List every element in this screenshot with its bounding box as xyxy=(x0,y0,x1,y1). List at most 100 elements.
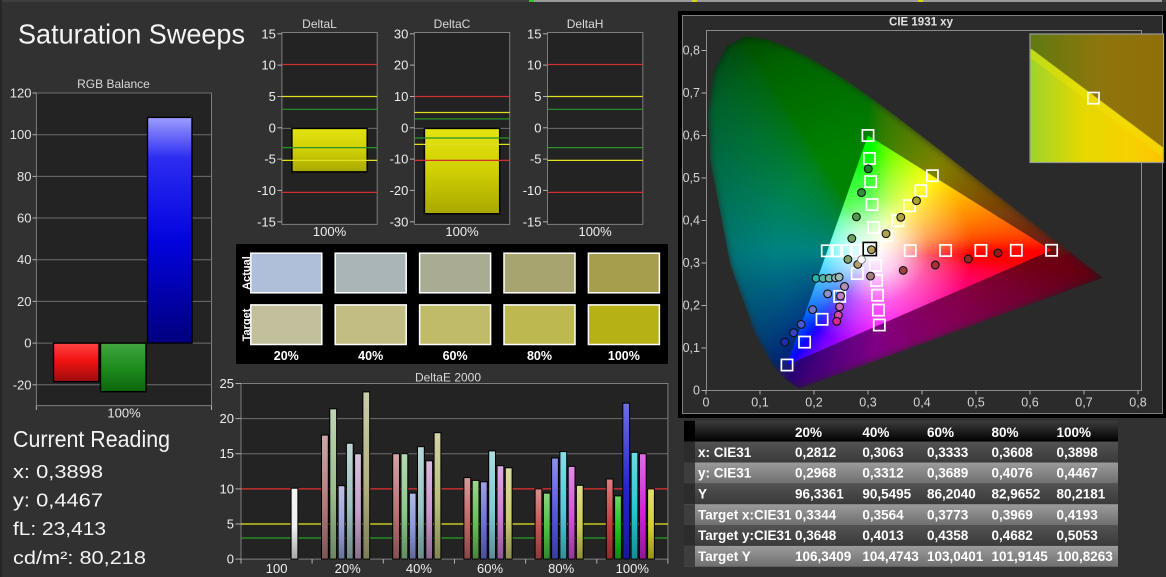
svg-text:-10: -10 xyxy=(257,183,276,198)
svg-text:-15: -15 xyxy=(257,214,276,229)
svg-text:30: 30 xyxy=(394,26,408,41)
svg-text:0,3312: 0,3312 xyxy=(862,466,903,481)
svg-text:80%: 80% xyxy=(527,349,552,363)
svg-text:100%: 100% xyxy=(616,561,650,576)
svg-text:10: 10 xyxy=(220,481,234,496)
svg-text:40: 40 xyxy=(17,252,31,267)
svg-text:-5: -5 xyxy=(264,152,276,167)
svg-text:100: 100 xyxy=(266,561,288,576)
svg-text:20%: 20% xyxy=(795,425,822,440)
svg-text:0,1: 0,1 xyxy=(683,341,700,355)
svg-text:0,4013: 0,4013 xyxy=(862,528,904,543)
svg-text:0,3898: 0,3898 xyxy=(1057,445,1099,460)
svg-text:0,2: 0,2 xyxy=(805,396,822,410)
svg-text:0,4193: 0,4193 xyxy=(1057,507,1099,522)
svg-text:0,7: 0,7 xyxy=(683,86,700,100)
svg-text:-20: -20 xyxy=(390,183,409,198)
svg-text:Target Y: Target Y xyxy=(698,549,751,564)
svg-text:106,3409: 106,3409 xyxy=(795,549,851,564)
svg-text:10: 10 xyxy=(527,58,541,73)
svg-text:0: 0 xyxy=(401,120,408,135)
svg-text:0,2812: 0,2812 xyxy=(795,445,836,460)
svg-text:0: 0 xyxy=(534,120,541,135)
svg-text:CIE 1931 xy: CIE 1931 xy xyxy=(889,17,954,29)
svg-text:0,2968: 0,2968 xyxy=(795,466,837,481)
svg-text:80%: 80% xyxy=(992,425,1019,440)
svg-text:80: 80 xyxy=(17,169,31,184)
svg-text:RGB Balance: RGB Balance xyxy=(77,77,150,91)
svg-text:101,9145: 101,9145 xyxy=(992,549,1049,564)
svg-text:0,2: 0,2 xyxy=(683,299,700,313)
svg-text:0,3: 0,3 xyxy=(859,396,876,410)
svg-text:0,3648: 0,3648 xyxy=(795,528,837,543)
svg-text:0: 0 xyxy=(703,396,710,410)
svg-text:0,1: 0,1 xyxy=(751,396,768,410)
svg-text:0,3969: 0,3969 xyxy=(992,507,1033,522)
svg-text:-10: -10 xyxy=(523,183,542,198)
svg-text:100%: 100% xyxy=(445,224,479,239)
svg-text:Current Reading: Current Reading xyxy=(13,426,170,452)
svg-text:60%: 60% xyxy=(927,425,954,440)
svg-text:100: 100 xyxy=(10,127,32,142)
svg-text:DeltaE 2000: DeltaE 2000 xyxy=(415,371,481,385)
svg-text:0,5: 0,5 xyxy=(683,171,700,185)
svg-text:82,9652: 82,9652 xyxy=(992,487,1041,502)
svg-text:10: 10 xyxy=(261,58,275,73)
svg-text:0,8: 0,8 xyxy=(1129,396,1146,410)
svg-text:-5: -5 xyxy=(530,152,542,167)
svg-text:0,5: 0,5 xyxy=(967,396,984,410)
svg-text:0,3063: 0,3063 xyxy=(862,445,904,460)
svg-text:20: 20 xyxy=(394,58,408,73)
svg-text:60: 60 xyxy=(17,211,31,226)
svg-text:80%: 80% xyxy=(548,561,574,576)
svg-text:0,4: 0,4 xyxy=(683,214,700,228)
svg-text:15: 15 xyxy=(261,26,275,41)
svg-text:y: CIE31: y: CIE31 xyxy=(698,466,752,481)
svg-text:0: 0 xyxy=(693,384,700,398)
svg-text:-10: -10 xyxy=(390,152,409,167)
svg-text:y: 0,4467: y: 0,4467 xyxy=(13,491,103,511)
svg-text:0,3689: 0,3689 xyxy=(927,466,968,481)
svg-text:86,2040: 86,2040 xyxy=(927,487,976,502)
svg-text:100%: 100% xyxy=(608,349,640,363)
svg-text:0,4467: 0,4467 xyxy=(1057,466,1098,481)
svg-text:40%: 40% xyxy=(406,561,432,576)
svg-text:0,3344: 0,3344 xyxy=(795,507,837,522)
svg-text:0,3564: 0,3564 xyxy=(862,507,904,522)
svg-text:5: 5 xyxy=(269,89,276,104)
svg-text:x: CIE31: x: CIE31 xyxy=(698,445,752,460)
svg-text:-20: -20 xyxy=(13,377,32,392)
svg-text:DeltaC: DeltaC xyxy=(434,17,471,31)
svg-text:15: 15 xyxy=(220,446,234,461)
svg-text:10: 10 xyxy=(394,89,408,104)
svg-text:40%: 40% xyxy=(358,349,383,363)
svg-text:80,2181: 80,2181 xyxy=(1057,487,1106,502)
svg-text:-30: -30 xyxy=(390,214,409,229)
svg-text:100%: 100% xyxy=(578,224,612,239)
svg-text:120: 120 xyxy=(10,86,32,101)
svg-text:20: 20 xyxy=(220,411,234,426)
svg-text:100%: 100% xyxy=(107,406,141,421)
svg-text:cd/m²: 80,218: cd/m²: 80,218 xyxy=(13,548,146,568)
svg-text:0,3: 0,3 xyxy=(683,256,700,270)
svg-text:25: 25 xyxy=(220,376,234,391)
svg-text:100%: 100% xyxy=(1057,425,1092,440)
svg-text:Target x:CIE31: Target x:CIE31 xyxy=(698,507,792,522)
svg-text:20: 20 xyxy=(17,294,31,309)
svg-text:0,5053: 0,5053 xyxy=(1057,528,1099,543)
svg-text:0,4076: 0,4076 xyxy=(992,466,1034,481)
svg-text:0,7: 0,7 xyxy=(1075,396,1092,410)
svg-text:-15: -15 xyxy=(523,214,542,229)
svg-text:0,4682: 0,4682 xyxy=(992,528,1033,543)
svg-text:Saturation Sweeps: Saturation Sweeps xyxy=(18,19,245,50)
svg-text:103,0401: 103,0401 xyxy=(927,549,984,564)
svg-text:5: 5 xyxy=(534,89,541,104)
svg-text:DeltaL: DeltaL xyxy=(302,17,337,31)
svg-text:0: 0 xyxy=(269,120,276,135)
svg-text:104,4743: 104,4743 xyxy=(862,549,919,564)
svg-text:20%: 20% xyxy=(274,349,299,363)
svg-text:0,6: 0,6 xyxy=(683,129,700,143)
svg-text:DeltaH: DeltaH xyxy=(567,17,604,31)
svg-text:0,3608: 0,3608 xyxy=(992,445,1034,460)
svg-text:0,8: 0,8 xyxy=(683,44,700,58)
